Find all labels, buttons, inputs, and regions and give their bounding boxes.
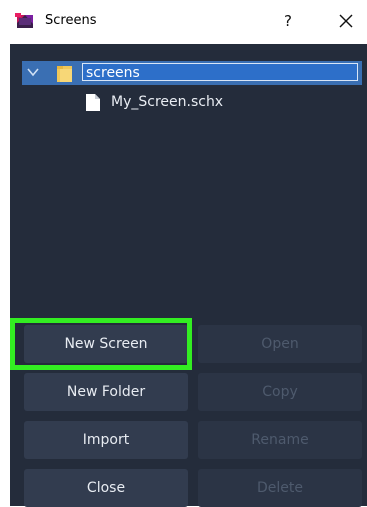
title-bar: Screens ? — [0, 0, 367, 42]
close-window-button[interactable] — [332, 8, 360, 34]
folder-icon — [57, 66, 72, 82]
copy-button[interactable]: Copy — [198, 373, 362, 411]
close-icon — [339, 14, 353, 28]
new-screen-button[interactable]: New Screen — [24, 325, 188, 363]
file-label: My_Screen.schx — [111, 94, 224, 110]
new-folder-button[interactable]: New Folder — [24, 373, 188, 411]
tree-item-screens-folder[interactable]: screens — [22, 61, 362, 85]
folder-name-edit[interactable]: screens — [82, 63, 358, 81]
chevron-down-icon[interactable] — [27, 68, 39, 77]
close-button[interactable]: Close — [24, 469, 188, 507]
import-button[interactable]: Import — [24, 421, 188, 459]
delete-button[interactable]: Delete — [198, 469, 362, 507]
rename-button[interactable]: Rename — [198, 421, 362, 459]
file-tree: screens My_Screen.schx — [22, 58, 362, 313]
dialog-body: screens My_Screen.schx New Screen Open N… — [10, 44, 367, 507]
app-icon — [15, 13, 33, 28]
help-button[interactable]: ? — [276, 8, 300, 34]
tree-item-file[interactable]: My_Screen.schx — [22, 90, 362, 114]
file-icon — [86, 94, 100, 111]
window-title: Screens — [45, 13, 97, 28]
open-button[interactable]: Open — [198, 325, 362, 363]
